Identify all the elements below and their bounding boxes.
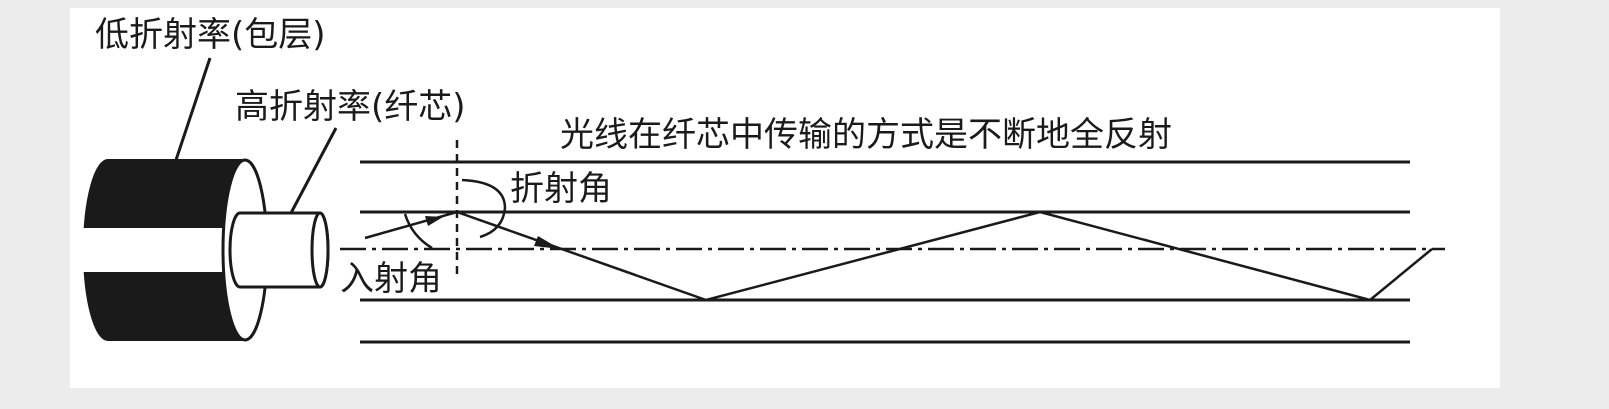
core-label: 高折射率(纤芯)	[235, 87, 466, 127]
core-end-face	[310, 211, 330, 289]
optical-fiber-diagram: 低折射率(包层) 高折射率(纤芯) 光线在纤芯中传输的方式是不断地全反射 折射角…	[70, 8, 1500, 388]
diagram-stage: 低折射率(包层) 高折射率(纤芯) 光线在纤芯中传输的方式是不断地全反射 折射角…	[0, 0, 1609, 409]
incidence-angle-label: 入射角	[340, 259, 442, 299]
cladding-band	[80, 228, 230, 272]
cladding-label: 低折射率(包层)	[95, 15, 326, 55]
figure-panel	[70, 8, 1500, 388]
refraction-angle-label: 折射角	[510, 169, 612, 209]
caption-text: 光线在纤芯中传输的方式是不断地全反射	[560, 115, 1172, 155]
